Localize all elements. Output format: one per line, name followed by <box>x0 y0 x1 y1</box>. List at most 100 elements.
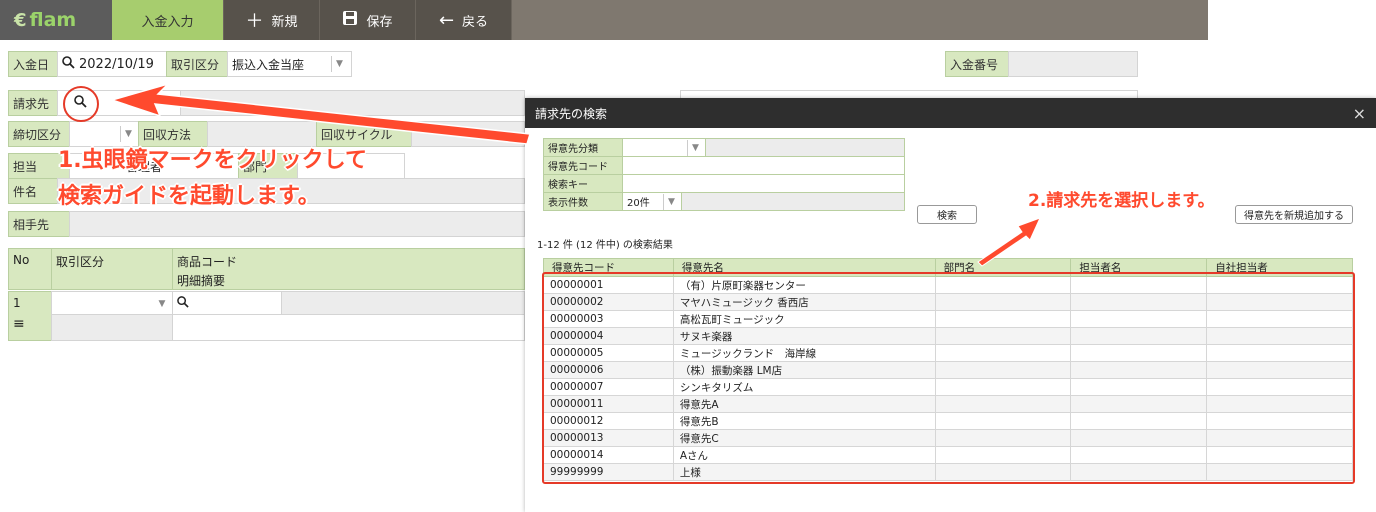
back-button[interactable]: ← 戻る <box>416 0 512 40</box>
plus-icon: ＋ <box>245 11 264 32</box>
cust-code-cell: 00000014 <box>543 446 674 464</box>
new-button[interactable]: ＋ 新規 <box>224 0 320 40</box>
tab-deposit-entry[interactable]: 入金入力 <box>112 0 224 40</box>
search-icon[interactable] <box>177 295 189 311</box>
billing-label: 請求先 <box>8 90 58 116</box>
row-trade-select[interactable]: ▼ <box>51 291 173 315</box>
cust-code-input[interactable] <box>622 156 905 175</box>
deposit-date-field[interactable]: 2022/10/19 <box>57 51 167 77</box>
blank-cell <box>1206 276 1353 294</box>
blank-cell <box>934 293 1072 311</box>
blank-cell <box>1206 463 1353 481</box>
table-row[interactable]: 99999999 上様 <box>543 463 1353 481</box>
cust-name-cell: ミュージックランド 海岸線 <box>672 344 936 362</box>
blank-cell <box>1070 327 1208 345</box>
table-row[interactable]: 00000001 （有）片原町楽器センター <box>543 276 1353 294</box>
blank-cell <box>1070 446 1208 464</box>
blank-cell <box>1070 395 1208 413</box>
deposit-no-field[interactable] <box>1008 51 1138 77</box>
blank-cell <box>1206 361 1353 379</box>
modal-title: 請求先の検索 <box>535 106 608 121</box>
table-row[interactable]: 00000003 高松瓦町ミュージック <box>543 310 1353 328</box>
display-count-blank <box>681 192 905 211</box>
blank-cell <box>1206 446 1353 464</box>
table-row[interactable]: 00000005 ミュージックランド 海岸線 <box>543 344 1353 362</box>
blank-cell <box>1206 310 1353 328</box>
deposit-date-value: 2022/10/19 <box>79 56 154 72</box>
display-count-select[interactable]: 20件 ▼ <box>622 192 682 211</box>
search-button[interactable]: 検索 <box>917 205 977 224</box>
cust-name-cell: Aさん <box>672 446 936 464</box>
logo-mark-icon: € <box>14 9 27 31</box>
billing-search-modal: 請求先の検索 × 得意先分類 ▼ 得意先コード 検索キー 表示件数 20件 ▼ … <box>525 98 1376 512</box>
cust-code-cell: 00000006 <box>543 361 674 379</box>
partner-field[interactable] <box>69 211 525 237</box>
highlight-circle <box>63 86 99 122</box>
table-row[interactable]: 00000013 得意先C <box>543 429 1353 447</box>
blank-cell <box>1206 429 1353 447</box>
app-logo: € flam <box>0 0 112 40</box>
blank-cell <box>1206 344 1353 362</box>
blank-cell <box>1070 293 1208 311</box>
blank-cell <box>934 344 1072 362</box>
close-icon[interactable]: × <box>1353 104 1366 123</box>
cust-name-cell: （有）片原町楽器センター <box>672 276 936 294</box>
chevron-down-icon: ▼ <box>158 299 166 309</box>
row-product-code-field[interactable] <box>172 291 282 315</box>
trade-type-label: 取引区分 <box>166 51 228 77</box>
chevron-down-icon: ▼ <box>663 194 679 210</box>
blank-cell <box>1070 412 1208 430</box>
blank-cell <box>934 412 1072 430</box>
table-row[interactable]: 00000014 Aさん <box>543 446 1353 464</box>
cust-code-cell: 00000005 <box>543 344 674 362</box>
table-header-row: 得意先コード 得意先名 部門名 担当者名 自社担当者 <box>543 258 1353 277</box>
billing-name-field <box>180 90 525 116</box>
save-icon <box>342 10 358 31</box>
table-row[interactable]: 00000004 サヌキ楽器 <box>543 327 1353 345</box>
blank-cell <box>934 276 1072 294</box>
cust-category-name <box>705 138 905 157</box>
cust-category-select[interactable]: ▼ <box>622 138 706 157</box>
add-new-customer-button[interactable]: 得意先を新規追加する <box>1235 205 1353 224</box>
save-button[interactable]: 保存 <box>320 0 416 40</box>
cust-code-cell: 00000001 <box>543 276 674 294</box>
annotation-step2: 2.請求先を選択します。 <box>1028 191 1215 211</box>
table-row[interactable]: 00000012 得意先B <box>543 412 1353 430</box>
blank-cell <box>1070 378 1208 396</box>
row-detail-field[interactable] <box>172 314 525 341</box>
cust-code-cell: 00000004 <box>543 327 674 345</box>
row-number: 1 <box>13 296 21 310</box>
chevron-down-icon: ▼ <box>687 140 703 156</box>
cust-name-cell: シンキタリズム <box>672 378 936 396</box>
save-label: 保存 <box>366 14 393 30</box>
table-row[interactable]: 00000002 マヤハミュージック 香西店 <box>543 293 1353 311</box>
cust-code-cell: 00000007 <box>543 378 674 396</box>
logo-text: flam <box>29 9 77 31</box>
results-body: 00000001 （有）片原町楽器センター 00000002 マヤハミュージック 香西… <box>543 276 1353 481</box>
menu-icon[interactable]: ≡ <box>13 316 47 332</box>
cust-name-cell: 上様 <box>672 463 936 481</box>
new-label: 新規 <box>271 14 298 30</box>
search-key-input[interactable] <box>622 174 905 193</box>
table-row[interactable]: 00000007 シンキタリズム <box>543 378 1353 396</box>
results-table: 得意先コード 得意先名 部門名 担当者名 自社担当者 00000001 （有）片原… <box>543 258 1353 481</box>
blank-cell <box>934 327 1072 345</box>
collection-cycle-field <box>411 121 525 147</box>
toolbar-spacer <box>512 0 1208 40</box>
search-icon[interactable] <box>62 56 75 72</box>
table-row[interactable]: 00000006 （株）振動楽器 LM店 <box>543 361 1353 379</box>
blank-cell <box>934 446 1072 464</box>
blank-cell <box>1070 310 1208 328</box>
blank-cell <box>1206 395 1353 413</box>
partner-label: 相手先 <box>8 211 70 237</box>
cust-code-cell: 00000003 <box>543 310 674 328</box>
trade-type-select[interactable]: 振込入金当座 ▼ <box>227 51 352 77</box>
display-count-label: 表示件数 <box>543 192 623 211</box>
blank-cell <box>934 310 1072 328</box>
cust-name-cell: 得意先A <box>672 395 936 413</box>
table-row[interactable]: 00000011 得意先A <box>543 395 1353 413</box>
col-staff-name: 担当者名 <box>1070 258 1208 277</box>
col-cust-name: 得意先名 <box>672 258 936 277</box>
col-product-header: 商品コード 明細摘要 <box>172 248 525 290</box>
cust-name-cell: 得意先C <box>672 429 936 447</box>
